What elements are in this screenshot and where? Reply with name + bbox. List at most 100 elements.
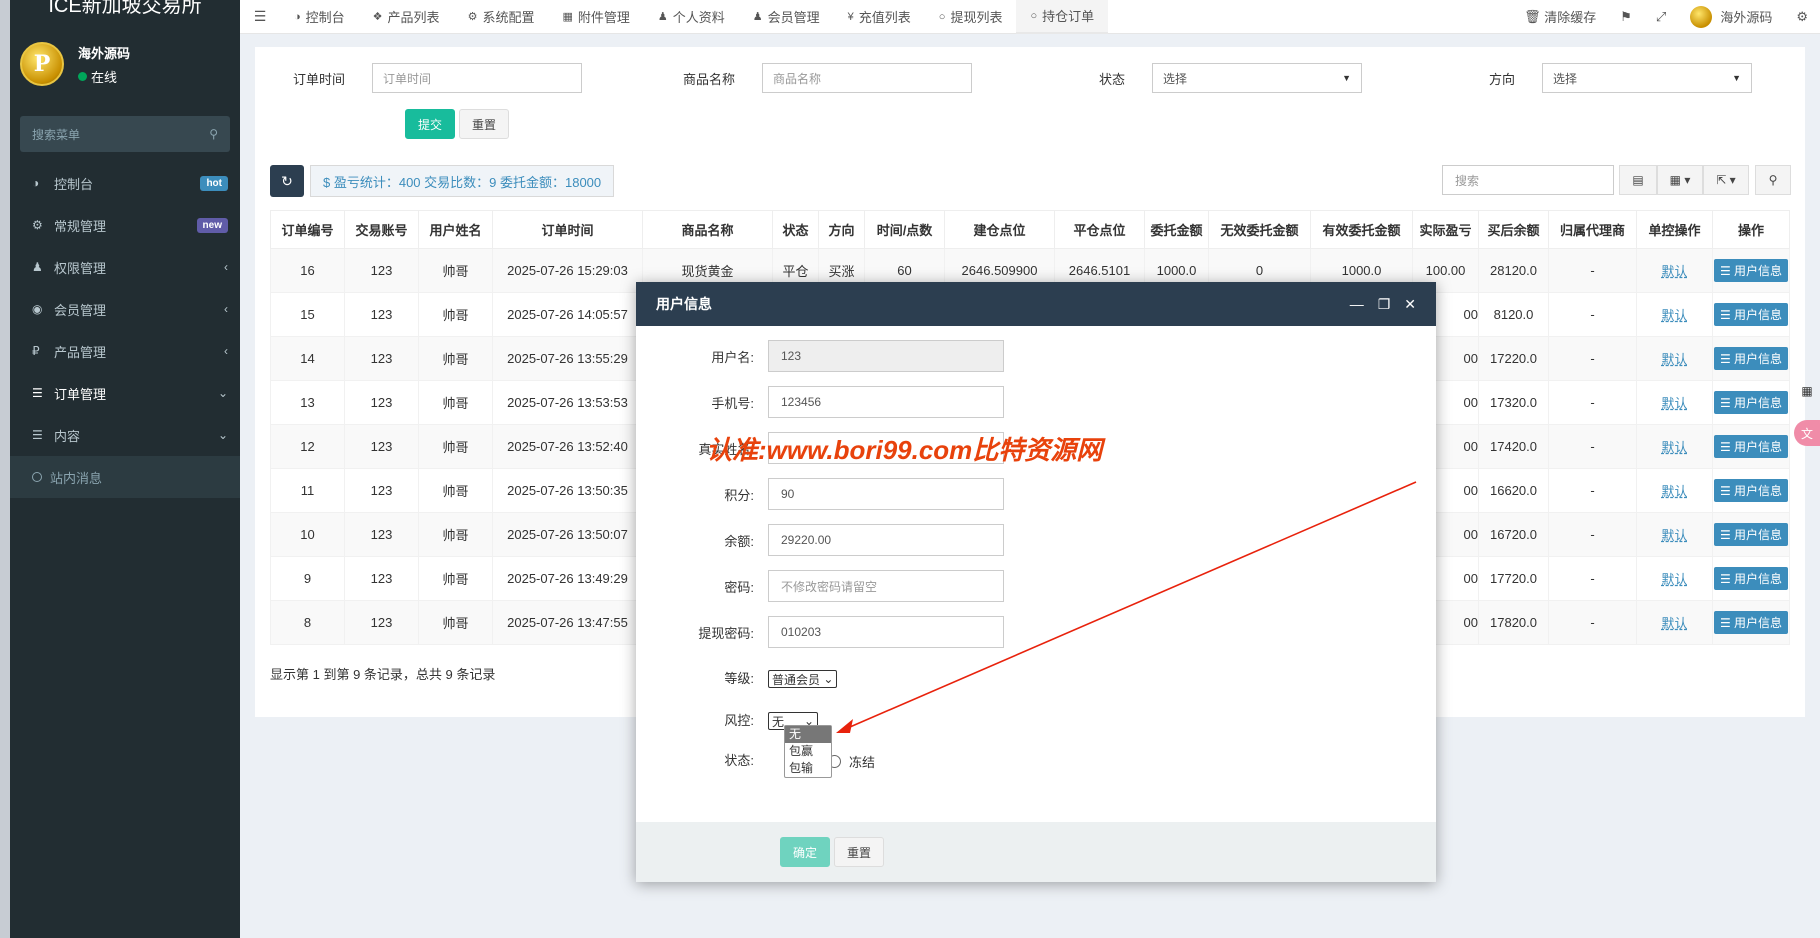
tab-attachments[interactable]: ▦ 附件管理 — [548, 0, 643, 34]
close-icon[interactable]: ✕ — [1404, 296, 1416, 313]
chevron-left-icon: ‹ — [224, 344, 228, 358]
tab-dashboard[interactable]: ◑ 控制台 — [280, 0, 359, 34]
product-name-input[interactable]: 商品名称 — [762, 63, 972, 93]
sidebar-item-messages[interactable]: 站内消息 — [10, 456, 240, 498]
minimize-icon[interactable]: — — [1350, 296, 1364, 312]
row-username: 用户名: 123 — [636, 340, 1004, 372]
tab-profile[interactable]: ♟ 个人资料 — [644, 0, 739, 34]
pagination-info: 显示第 1 到第 9 条记录，总共 9 条记录 — [270, 667, 496, 682]
translate-icon[interactable]: 文 — [1794, 420, 1820, 446]
direction-select[interactable]: 选择 ▼ — [1542, 63, 1752, 93]
list-icon: ☰ — [1719, 351, 1731, 366]
columns-icon[interactable]: ▦ ▾ — [1657, 165, 1703, 195]
user-info-button[interactable]: ☰ 用户信息 — [1713, 391, 1789, 414]
submit-button[interactable]: 提交 — [405, 109, 456, 139]
maximize-icon[interactable]: ❐ — [1378, 296, 1391, 313]
list-icon: ☰ — [1719, 527, 1731, 542]
apps-icon[interactable]: ▦ — [1794, 378, 1820, 404]
table-header-row: 订单编号 交易账号 用户姓名 订单时间 商品名称 状态 方向 时间/点数 建仓点… — [270, 210, 1790, 249]
list-icon: ☰ — [1719, 395, 1731, 410]
user-info-button[interactable]: ☰ 用户信息 — [1713, 303, 1789, 326]
list-icon: ☰ — [1719, 615, 1731, 630]
row-level: 等级: 普通会员 ⌄ — [636, 662, 838, 696]
user-status: 在线 — [78, 67, 130, 86]
filter-actions: 提交 重置 — [405, 109, 510, 139]
settings-gear-icon[interactable]: ⚙ — [1784, 9, 1820, 25]
admin-menu[interactable]: 海外源码 — [1678, 5, 1784, 28]
user-info-button[interactable]: ☰ 用户信息 — [1713, 523, 1789, 546]
default-control-link[interactable]: 默认 — [1661, 616, 1687, 631]
default-control-link[interactable]: 默认 — [1661, 484, 1687, 499]
list-icon: ☰ — [1719, 571, 1731, 586]
search-icon[interactable]: ⚲ — [1755, 165, 1791, 195]
floating-tools: ▦ 文 — [1794, 378, 1820, 462]
user-info-button[interactable]: ☰ 用户信息 — [1713, 347, 1789, 370]
sidebar-item-permissions[interactable]: ♟ 权限管理 ‹ — [10, 246, 240, 288]
default-control-link[interactable]: 默认 — [1661, 572, 1687, 587]
clear-cache-button[interactable]: 🗑 清除缓存 — [1512, 7, 1608, 26]
sidebar-item-products[interactable]: ₽ 产品管理 ‹ — [10, 330, 240, 372]
stats-summary: $ 盈亏统计：400 交易比数：9 委托金额：18000 — [310, 165, 615, 197]
default-control-link[interactable]: 默认 — [1661, 264, 1687, 279]
sidebar-item-orders[interactable]: ☰ 订单管理 ⌄ — [10, 372, 240, 414]
default-control-link[interactable]: 默认 — [1661, 308, 1687, 323]
avatar: P — [20, 42, 64, 86]
level-select[interactable]: 普通会员 ⌄ — [768, 670, 838, 688]
user-info-button[interactable]: ☰ 用户信息 — [1713, 479, 1789, 502]
language-icon[interactable]: ⚑ — [1608, 9, 1644, 25]
risk-option[interactable]: 无 — [785, 726, 831, 743]
user-info-button[interactable]: ☰ 用户信息 — [1713, 259, 1789, 282]
order-time-input[interactable]: 订单时间 — [372, 63, 582, 93]
reset-button[interactable]: 重置 — [459, 109, 510, 139]
tab-products[interactable]: ❖ 产品列表 — [359, 0, 454, 34]
brand-title: ICE新加坡交易所 — [48, 0, 202, 17]
modal-title: 用户信息 — [656, 296, 712, 312]
refresh-icon[interactable]: ↻ — [270, 165, 304, 197]
app-root: ICE新加坡交易所 P 海外源码 在线 搜索菜单 ⚲ ◑ 控制台 hot ⚙ 常… — [0, 0, 1820, 938]
user-icon: ♟ — [752, 11, 763, 23]
tab-recharge[interactable]: ¥ 充值列表 — [834, 0, 925, 34]
group-icon: ♟ — [32, 260, 43, 274]
cogs-icon: ⚙ — [32, 218, 43, 232]
list-icon: ☰ — [1719, 439, 1731, 454]
phone-field[interactable]: 123456 — [768, 386, 1004, 418]
annotation-arrow — [836, 481, 1417, 733]
tab-config[interactable]: ⚙ 系统配置 — [454, 0, 549, 34]
yen-icon: ¥ — [847, 10, 854, 23]
default-control-link[interactable]: 默认 — [1661, 440, 1687, 455]
tab-positions[interactable]: ○ 持仓订单 — [1016, 0, 1109, 34]
risk-option[interactable]: 包赢 — [785, 743, 831, 760]
fullscreen-icon[interactable]: ⤢ — [1644, 9, 1678, 25]
user-info-button[interactable]: ☰ 用户信息 — [1713, 435, 1789, 458]
filter-direction: 方向 选择 ▼ — [1425, 63, 1752, 93]
top-nav: ☰ ◑ 控制台 ❖ 产品列表 ⚙ 系统配置 ▦ 附件管理 ♟ 个人资料 ♟ 会员管理 ¥ 充值… — [240, 0, 1820, 34]
risk-option[interactable]: 包输 — [785, 760, 831, 777]
default-control-link[interactable]: 默认 — [1661, 528, 1687, 543]
table-toolbar: ↻ $ 盈亏统计：400 交易比数：9 委托金额：18000 — [270, 165, 615, 197]
modal-reset-button[interactable]: 重置 — [834, 837, 885, 867]
sidebar-item-general[interactable]: ⚙ 常规管理 new — [10, 204, 240, 246]
sidebar-submenu: 站内消息 — [10, 456, 240, 498]
chevron-down-icon: ⌄ — [823, 672, 834, 686]
tab-members[interactable]: ♟ 会员管理 — [739, 0, 834, 34]
list-icon: ☰ — [1719, 483, 1731, 498]
sidebar-item-dashboard[interactable]: ◑ 控制台 hot — [10, 162, 240, 204]
export-icon[interactable]: ⇱ ▾ — [1703, 165, 1749, 195]
default-control-link[interactable]: 默认 — [1661, 352, 1687, 367]
user-info-button[interactable]: ☰ 用户信息 — [1713, 567, 1789, 590]
sidebar-item-content[interactable]: ☰ 内容 ⌄ — [10, 414, 240, 456]
status-select[interactable]: 选择 ▼ — [1152, 63, 1362, 93]
sidebar-search-input[interactable]: 搜索菜单 ⚲ — [20, 116, 230, 152]
tab-withdraw[interactable]: ○ 提现列表 — [925, 0, 1017, 34]
confirm-button[interactable]: 确定 — [780, 837, 831, 867]
user-info-button[interactable]: ☰ 用户信息 — [1713, 611, 1789, 634]
toggle-view-icon[interactable]: ▤ — [1619, 165, 1657, 195]
default-control-link[interactable]: 默认 — [1661, 396, 1687, 411]
filter-product: 商品名称 商品名称 — [645, 63, 972, 93]
sidebar-item-members[interactable]: ◉ 会员管理 ‹ — [10, 288, 240, 330]
list-icon: ☰ — [32, 386, 43, 400]
online-dot-icon — [78, 71, 87, 81]
hamburger-icon[interactable]: ☰ — [240, 8, 280, 25]
table-search-input[interactable]: 搜索 — [1442, 165, 1614, 195]
chevron-down-icon: ⌄ — [217, 386, 228, 400]
